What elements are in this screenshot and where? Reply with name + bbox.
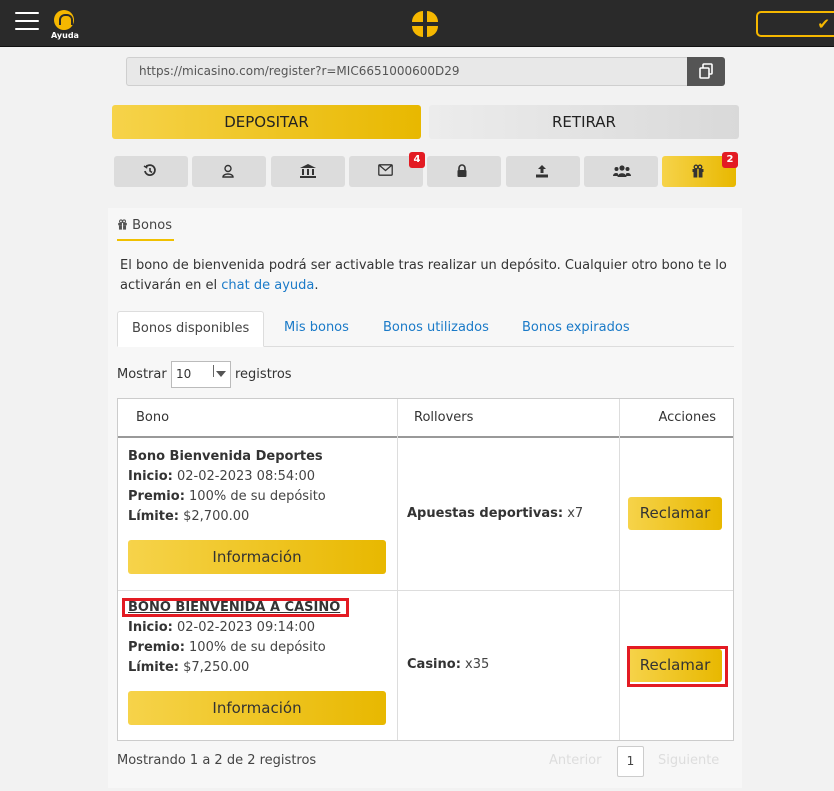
user-icon (222, 164, 234, 178)
length-label: Mostrar (117, 367, 167, 382)
intro-end: . (314, 278, 319, 293)
bonus-badge: 2 (722, 152, 738, 168)
headset-icon (54, 10, 74, 30)
history-icon (143, 164, 156, 176)
bonus-tabs: Bonos disponibles Mis bonos Bonos utiliz… (117, 311, 734, 347)
table-row: Bono Bienvenida Deportes Inicio: 02-02-2… (128, 447, 393, 527)
gift-icon (118, 219, 127, 230)
brand-logo[interactable] (412, 11, 438, 37)
highlight-box (627, 646, 728, 687)
bono-start: 02-02-2023 09:14:00 (176, 620, 316, 635)
intro-body: El bono de bienvenida podrá ser activabl… (120, 258, 727, 293)
header-bono[interactable]: Bono (118, 399, 397, 438)
tab-used-bonuses[interactable]: Bonos utilizados (383, 311, 489, 347)
claim-button[interactable]: Reclamar (628, 497, 722, 530)
check-icon: ✔ (817, 15, 830, 33)
users-icon (613, 165, 631, 177)
bonus-table: Bono Rollovers Acciones Bono Bienvenida … (117, 398, 734, 741)
length-suffix: registros (235, 367, 292, 382)
header-rollovers[interactable]: Rollovers (397, 399, 619, 438)
lock-icon (457, 164, 467, 177)
help-chat-link[interactable]: chat de ayuda (221, 278, 314, 293)
tab-available-bonuses[interactable]: Bonos disponibles (117, 311, 265, 347)
deposit-button[interactable]: DEPOSITAR (112, 105, 421, 139)
help-label: Ayuda (51, 31, 79, 40)
bono-prize: 100% de su depósito (189, 489, 326, 504)
tab-bank[interactable] (271, 156, 345, 187)
info-button[interactable]: Información (128, 540, 386, 574)
next-page-button[interactable]: Siguiente (658, 751, 719, 771)
page-1-button[interactable]: 1 (617, 746, 644, 777)
header-acciones[interactable]: Acciones (619, 399, 733, 438)
top-bar: Ayuda ✔ (0, 0, 834, 47)
prev-page-button[interactable]: Anterior (549, 751, 601, 771)
tab-my-bonuses[interactable]: Mis bonos (284, 311, 349, 347)
length-select[interactable]: 10 (171, 361, 231, 388)
table-info: Mostrando 1 a 2 de 2 registros (117, 753, 317, 768)
help-button[interactable]: Ayuda (51, 10, 79, 40)
info-button[interactable]: Información (128, 691, 386, 725)
tab-expired-bonuses[interactable]: Bonos expirados (522, 311, 630, 347)
referral-url-field[interactable]: https://micasino.com/register?r=MIC66510… (126, 57, 688, 86)
tab-upload[interactable] (506, 156, 580, 187)
bank-icon (300, 164, 316, 178)
tab-profile[interactable] (192, 156, 266, 187)
bono-prize: 100% de su depósito (189, 640, 326, 655)
account-button[interactable]: ✔ (756, 11, 834, 37)
bono-limit: $2,700.00 (183, 509, 250, 524)
chevron-down-icon (216, 371, 226, 377)
copy-button[interactable] (687, 57, 725, 86)
intro-text: El bono de bienvenida podrá ser activabl… (120, 256, 730, 296)
section-title: Bonos (117, 218, 174, 241)
bono-limit: $7,250.00 (183, 660, 250, 675)
tab-history[interactable] (114, 156, 188, 187)
rollover-cell: Apuestas deportivas: x7 (407, 506, 584, 521)
rollover-value: x35 (465, 657, 490, 672)
tab-security[interactable] (427, 156, 501, 187)
length-select-value: 10 (176, 367, 192, 381)
tab-referrals[interactable] (584, 156, 658, 187)
copy-icon (699, 63, 713, 79)
rollover-cell: Casino: x35 (407, 657, 490, 672)
gift-icon (692, 164, 704, 178)
highlight-box (122, 598, 349, 617)
envelope-icon (378, 164, 393, 176)
menu-icon[interactable] (15, 12, 39, 32)
upload-icon (536, 165, 548, 178)
messages-badge: 4 (409, 152, 425, 168)
withdraw-button[interactable]: RETIRAR (429, 105, 739, 139)
bono-start: 02-02-2023 08:54:00 (176, 469, 316, 484)
bono-title: Bono Bienvenida Deportes (128, 449, 323, 464)
section-title-label: Bonos (132, 218, 172, 233)
rollover-value: x7 (567, 506, 584, 521)
